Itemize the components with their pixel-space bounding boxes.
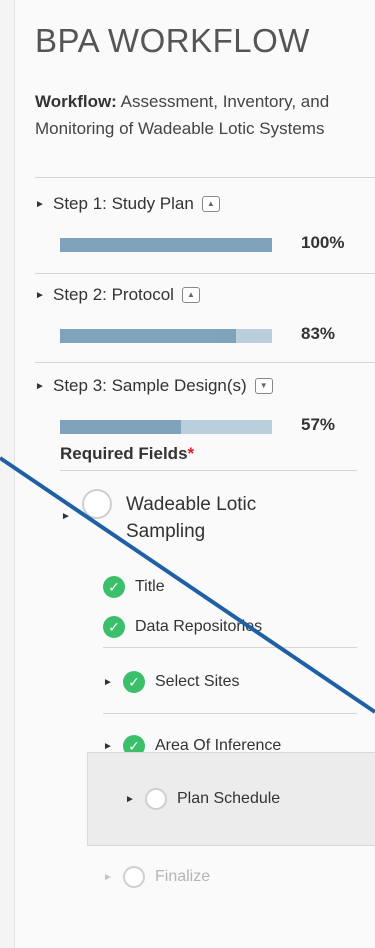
- check-icon: ✓: [103, 576, 125, 598]
- sampling-expand-arrow-icon[interactable]: ►: [61, 506, 71, 524]
- subsection-plan-schedule-label: Plan Schedule: [177, 790, 281, 807]
- divider: [103, 647, 357, 648]
- item-data-repositories-label: Data Repositories: [135, 618, 263, 635]
- step-1-label: Step 1: Study Plan: [53, 194, 194, 213]
- sampling-label[interactable]: Wadeable Lotic Sampling: [126, 491, 326, 545]
- divider: [35, 177, 375, 178]
- step-2-label: Step 2: Protocol: [53, 285, 174, 304]
- step-3-progress-bar: [60, 420, 272, 434]
- workflow-description: Workflow: Assessment, Inventory, and Mon…: [35, 88, 375, 142]
- workflow-label: Workflow:: [35, 92, 117, 111]
- item-title-label: Title: [135, 578, 165, 595]
- divider: [35, 273, 375, 274]
- subsection-select-sites[interactable]: ► ✓ Select Sites: [103, 671, 239, 693]
- required-star: *: [187, 444, 195, 463]
- required-fields-text: Required Fields: [60, 444, 188, 463]
- collapse-toggle-icon[interactable]: ▲: [201, 196, 220, 212]
- step-3-progress-fill: [60, 420, 181, 434]
- expand-toggle-icon[interactable]: ▼: [254, 378, 273, 394]
- expand-arrow-icon: ►: [103, 740, 113, 752]
- subsection-plan-schedule[interactable]: ► Plan Schedule: [125, 788, 280, 810]
- step-3-row[interactable]: ► Step 3: Sample Design(s) ▼: [35, 376, 273, 396]
- expand-arrow-icon: ►: [103, 676, 113, 688]
- expand-arrow-icon: ►: [125, 793, 135, 805]
- subsection-select-sites-label: Select Sites: [155, 673, 240, 690]
- step-1-row[interactable]: ► Step 1: Study Plan ▲: [35, 194, 220, 214]
- item-title[interactable]: ✓ Title: [103, 576, 165, 598]
- item-data-repositories[interactable]: ✓ Data Repositories: [103, 616, 262, 638]
- subsection-finalize-label: Finalize: [155, 868, 211, 885]
- sampling-status-circle-icon: [82, 489, 112, 519]
- step-3-label: Step 3: Sample Design(s): [53, 376, 247, 395]
- subsection-finalize: ► Finalize: [103, 866, 210, 888]
- step-3-percent: 57%: [301, 415, 336, 434]
- expand-arrow-icon: ►: [35, 380, 45, 392]
- step-1-progress-bar: [60, 238, 272, 252]
- step-1-progress-fill: [60, 238, 272, 252]
- page-title: BPA WORKFLOW: [35, 22, 310, 59]
- check-icon: ✓: [123, 671, 145, 693]
- status-circle-icon: [123, 866, 145, 888]
- step-1-percent: 100%: [301, 233, 345, 252]
- step-2-progress-bar: [60, 329, 272, 343]
- expand-arrow-icon: ►: [35, 198, 45, 210]
- divider: [35, 362, 375, 363]
- expand-arrow-icon: ►: [35, 289, 45, 301]
- collapse-toggle-icon[interactable]: ▲: [181, 287, 200, 303]
- step-2-row[interactable]: ► Step 2: Protocol ▲: [35, 285, 200, 305]
- divider: [103, 713, 357, 714]
- step-2-percent: 83%: [301, 324, 336, 343]
- status-circle-icon: [145, 788, 167, 810]
- expand-arrow-icon: ►: [103, 871, 113, 883]
- workflow-panel: BPA WORKFLOW Workflow: Assessment, Inven…: [14, 0, 375, 948]
- required-fields-label: Required Fields*: [60, 444, 194, 464]
- step-2-progress-fill: [60, 329, 236, 343]
- check-icon: ✓: [103, 616, 125, 638]
- divider: [60, 470, 357, 471]
